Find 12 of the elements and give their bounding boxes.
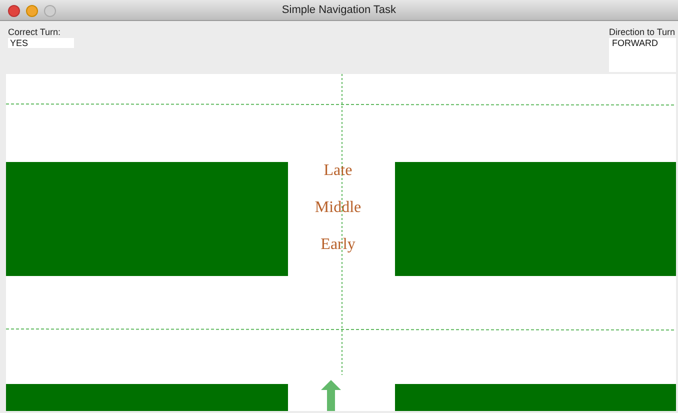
direction-label: Direction to Turn [609, 27, 676, 38]
minimize-button[interactable] [26, 5, 38, 17]
window-title: Simple Navigation Task [282, 2, 396, 18]
timing-label: Middle [314, 198, 362, 218]
timing-label: Late [324, 161, 352, 181]
direction-field: FORWARD [609, 38, 676, 72]
close-button[interactable] [8, 5, 20, 17]
correct-turn-label: Correct Turn: [8, 27, 62, 38]
up-arrow-icon [321, 380, 341, 411]
correct-turn-field: YES [8, 38, 74, 48]
timing-label: Early [320, 235, 356, 255]
zoom-button[interactable] [44, 5, 56, 17]
